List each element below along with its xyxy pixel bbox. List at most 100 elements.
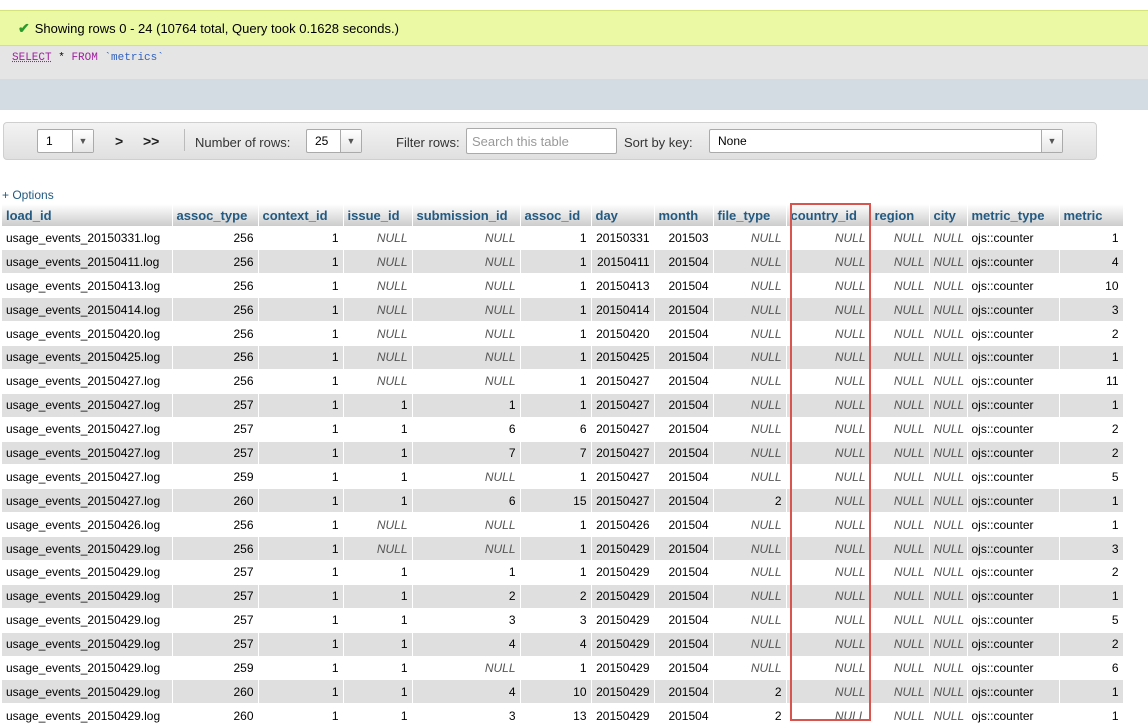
cell-city[interactable]: NULL [929,321,968,346]
cell-day[interactable]: 20150429 [591,632,655,657]
cell-day[interactable]: 20150413 [591,273,655,299]
cell-metric[interactable]: 4 [1059,249,1124,275]
cell-metric[interactable]: 2 [1059,560,1124,585]
cell-region[interactable]: NULL [870,679,930,705]
cell-metric[interactable]: 2 [1059,441,1124,466]
cell-issue-id[interactable]: 1 [343,417,413,442]
table-row[interactable]: usage_events_20150427.log 257 1 1 7 7 20150427… [2,441,1124,466]
table-row[interactable]: usage_events_20150420.log 256 1 NULL NULL 1 20… [2,321,1124,346]
column-header-region[interactable]: region [870,204,930,226]
cell-context-id[interactable]: 1 [258,560,344,585]
table-row[interactable]: usage_events_20150429.log 257 1 1 3 3 20150429… [2,608,1124,633]
cell-issue-id[interactable]: NULL [343,226,413,251]
cell-city[interactable]: NULL [929,656,968,681]
cell-file-type[interactable]: NULL [713,441,787,466]
cell-assoc-type[interactable]: 259 [172,464,259,490]
cell-month[interactable]: 201504 [654,512,714,538]
cell-day[interactable]: 20150429 [591,536,655,561]
cell-month[interactable]: 201504 [654,488,714,514]
cell-country-id[interactable]: NULL [786,560,871,585]
cell-metric[interactable]: 5 [1059,464,1124,490]
cell-submission-id[interactable]: 7 [412,441,521,466]
cell-issue-id[interactable]: 1 [343,393,413,418]
cell-assoc-type[interactable]: 257 [172,608,259,633]
cell-day[interactable]: 20150425 [591,345,655,370]
cell-issue-id[interactable]: NULL [343,369,413,394]
cell-context-id[interactable]: 1 [258,345,344,370]
cell-file-type[interactable]: NULL [713,417,787,442]
cell-assoc-type[interactable]: 259 [172,656,259,681]
column-header-day[interactable]: day [591,204,655,226]
cell-assoc-type[interactable]: 257 [172,393,259,418]
cell-metric[interactable]: 1 [1059,584,1124,609]
cell-day[interactable]: 20150429 [591,608,655,633]
cell-load-id[interactable]: usage_events_20150427.log [2,393,173,418]
cell-region[interactable]: NULL [870,369,930,394]
cell-issue-id[interactable]: NULL [343,273,413,299]
cell-assoc-type[interactable]: 257 [172,584,259,609]
cell-load-id[interactable]: usage_events_20150429.log [2,632,173,657]
table-row[interactable]: usage_events_20150411.log 256 1 NULL NULL 1 20… [2,249,1124,275]
cell-context-id[interactable]: 1 [258,584,344,609]
cell-context-id[interactable]: 1 [258,536,344,561]
column-header-metric[interactable]: metric [1059,204,1124,226]
table-row[interactable]: usage_events_20150426.log 256 1 NULL NULL 1 20… [2,512,1124,538]
cell-metric[interactable]: 6 [1059,656,1124,681]
cell-submission-id[interactable]: 6 [412,488,521,514]
cell-context-id[interactable]: 1 [258,321,344,346]
cell-submission-id[interactable]: 3 [412,703,521,728]
cell-assoc-type[interactable]: 257 [172,441,259,466]
cell-submission-id[interactable]: NULL [412,464,521,490]
cell-city[interactable]: NULL [929,584,968,609]
cell-assoc-id[interactable]: 1 [520,226,592,251]
cell-submission-id[interactable]: NULL [412,321,521,346]
cell-region[interactable]: NULL [870,584,930,609]
cell-assoc-type[interactable]: 257 [172,417,259,442]
cell-context-id[interactable]: 1 [258,632,344,657]
cell-issue-id[interactable]: NULL [343,536,413,561]
table-row[interactable]: usage_events_20150427.log 256 1 NULL NULL 1 20… [2,369,1124,394]
rows-select[interactable]: 25 ▼ [306,129,362,153]
cell-submission-id[interactable]: NULL [412,297,521,323]
cell-city[interactable]: NULL [929,464,968,490]
cell-region[interactable]: NULL [870,512,930,538]
cell-submission-id[interactable]: NULL [412,536,521,561]
cell-day[interactable]: 20150427 [591,393,655,418]
cell-country-id[interactable]: NULL [786,393,871,418]
table-row[interactable]: usage_events_20150429.log 260 1 1 3 13 2015042… [2,703,1124,728]
cell-submission-id[interactable]: 1 [412,393,521,418]
cell-assoc-id[interactable]: 1 [520,512,592,538]
cell-assoc-id[interactable]: 1 [520,297,592,323]
cell-month[interactable]: 201504 [654,417,714,442]
cell-region[interactable]: NULL [870,393,930,418]
cell-metric-type[interactable]: ojs::counter [967,512,1060,538]
cell-day[interactable]: 20150427 [591,488,655,514]
cell-country-id[interactable]: NULL [786,321,871,346]
cell-assoc-type[interactable]: 256 [172,321,259,346]
cell-assoc-id[interactable]: 4 [520,632,592,657]
cell-context-id[interactable]: 1 [258,393,344,418]
cell-file-type[interactable]: 2 [713,679,787,705]
cell-load-id[interactable]: usage_events_20150425.log [2,345,173,370]
cell-assoc-type[interactable]: 257 [172,560,259,585]
cell-metric[interactable]: 1 [1059,345,1124,370]
cell-metric[interactable]: 11 [1059,369,1124,394]
cell-country-id[interactable]: NULL [786,703,871,728]
cell-file-type[interactable]: NULL [713,608,787,633]
cell-city[interactable]: NULL [929,345,968,370]
cell-month[interactable]: 201504 [654,584,714,609]
cell-day[interactable]: 20150429 [591,584,655,609]
cell-city[interactable]: NULL [929,249,968,275]
cell-metric-type[interactable]: ojs::counter [967,441,1060,466]
cell-city[interactable]: NULL [929,226,968,251]
cell-context-id[interactable]: 1 [258,369,344,394]
cell-month[interactable]: 201504 [654,656,714,681]
cell-metric[interactable]: 1 [1059,488,1124,514]
cell-city[interactable]: NULL [929,369,968,394]
column-header-context-id[interactable]: context_id [258,204,344,226]
cell-city[interactable]: NULL [929,512,968,538]
cell-metric[interactable]: 2 [1059,632,1124,657]
cell-month[interactable]: 201504 [654,703,714,728]
cell-context-id[interactable]: 1 [258,512,344,538]
cell-assoc-id[interactable]: 2 [520,584,592,609]
